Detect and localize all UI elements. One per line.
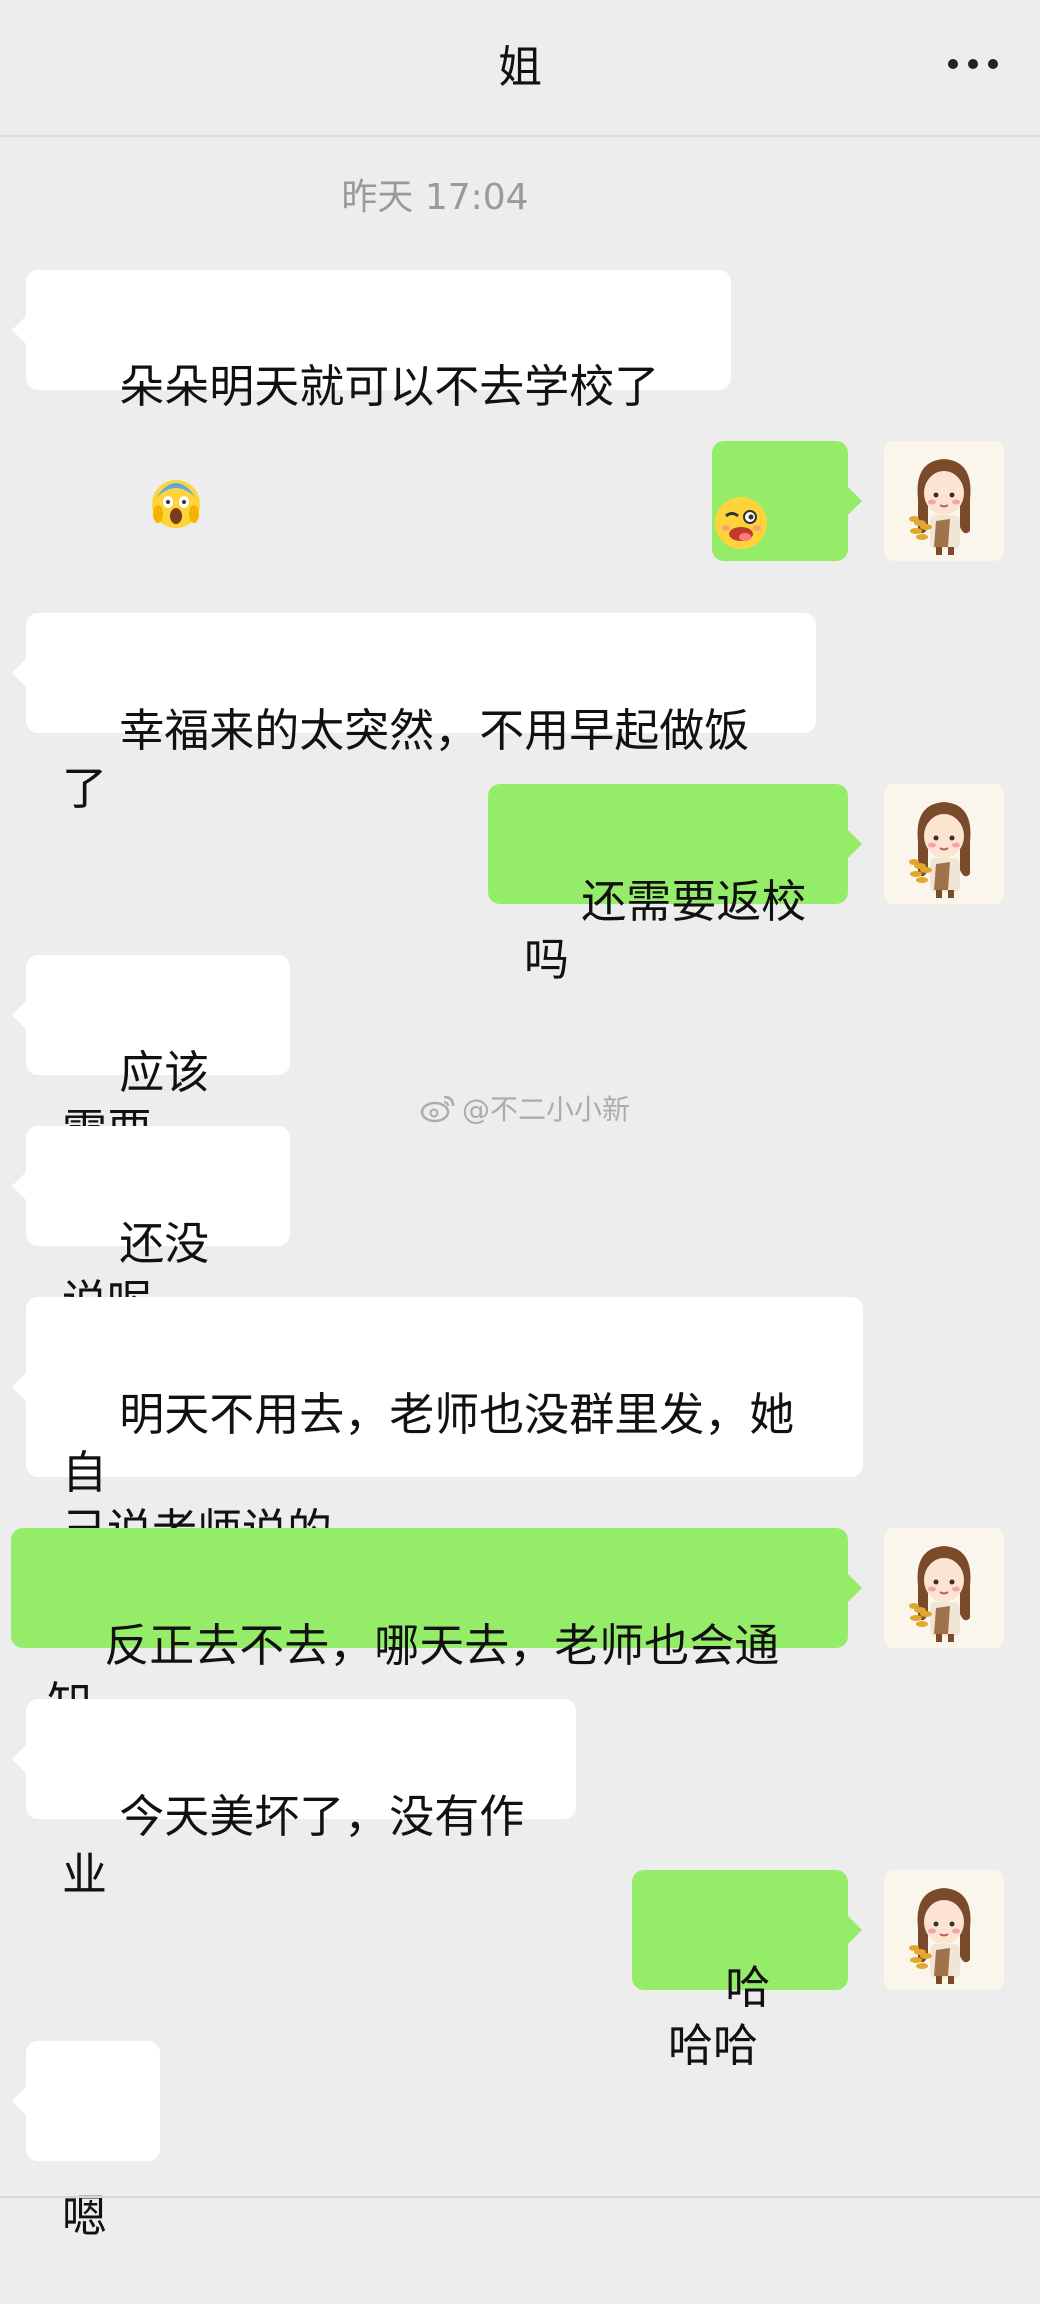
message-text: 今天美坏了，没有作业 <box>62 1790 525 1901</box>
received-bubble[interactable]: 明天不用去，老师也没群里发，她自 己说老师说的 <box>12 1297 863 1557</box>
received-bubble[interactable]: 应该需要 <box>12 955 290 1157</box>
sent-bubble[interactable] <box>712 441 862 561</box>
message-timestamp: 昨天 17:04 <box>341 177 529 218</box>
my-avatar[interactable] <box>884 784 1004 904</box>
message-text: 还需要返校吗 <box>524 875 807 986</box>
chat-header: 姐 <box>0 0 1040 137</box>
sent-bubble[interactable]: 反正去不去，哪天去，老师也会通知 <box>11 1528 862 1730</box>
my-avatar[interactable] <box>884 1528 1004 1648</box>
watermark: @不二小小新 <box>420 1088 630 1128</box>
sent-bubble[interactable]: 还需要返校吗 <box>488 784 862 986</box>
chat-title: 姐 <box>498 42 542 93</box>
sent-bubble[interactable]: 哈哈哈 <box>632 1870 862 2072</box>
received-bubble[interactable]: 幸福来的太突然，不用早起做饭了 <box>12 613 816 815</box>
more-horizontal-icon[interactable] <box>948 52 998 76</box>
yummy-face-emoji <box>712 378 848 624</box>
screaming-face-emoji <box>62 416 204 602</box>
received-bubble[interactable]: 朵朵明天就可以不去学校了 <box>12 270 731 528</box>
received-bubble[interactable]: 今天美坏了，没有作业 <box>12 1699 576 1901</box>
received-bubble[interactable]: 嗯 <box>12 2041 160 2243</box>
my-avatar[interactable] <box>884 1870 1004 1990</box>
input-bar-divider <box>0 2196 1040 2198</box>
my-avatar[interactable] <box>884 441 1004 561</box>
received-bubble[interactable]: 还没说呢 <box>12 1126 290 1328</box>
message-text: 哈哈哈 <box>668 1961 771 2072</box>
message-text: 朵朵明天就可以不去学校了 <box>119 360 660 413</box>
watermark-text: @不二小小新 <box>462 1093 631 1126</box>
weibo-icon <box>420 1095 455 1123</box>
